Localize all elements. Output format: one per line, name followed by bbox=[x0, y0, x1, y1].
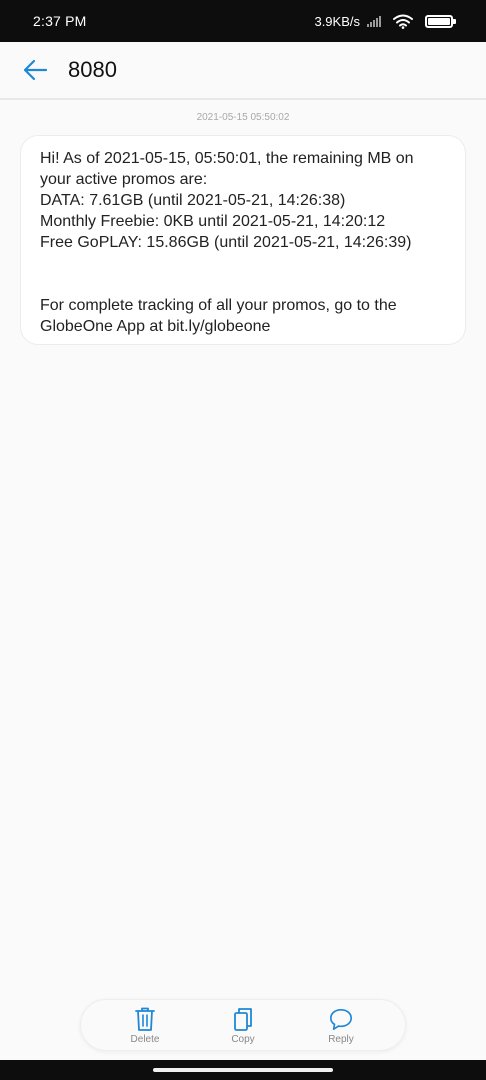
copy-icon bbox=[234, 1007, 252, 1031]
status-bar: 2:37 PM 3.9KB/s bbox=[0, 0, 486, 42]
message-line[interactable]: GlobeOne App at bit.ly/globeone bbox=[40, 316, 447, 337]
message-bubble[interactable]: Hi! As of 2021-05-15, 05:50:01, the rema… bbox=[20, 135, 466, 345]
message-action-bar: Delete Copy Reply bbox=[80, 999, 406, 1051]
message-line: For complete tracking of all your promos… bbox=[40, 297, 397, 314]
reply-label: Reply bbox=[328, 1033, 354, 1045]
message-line: your active promos are: bbox=[40, 171, 208, 188]
delete-label: Delete bbox=[130, 1033, 160, 1045]
status-time: 2:37 PM bbox=[33, 13, 87, 29]
chat-bubble-icon bbox=[330, 1008, 352, 1030]
copy-label: Copy bbox=[231, 1033, 255, 1045]
conversation-header: 8080 bbox=[0, 42, 486, 100]
message-line: Monthly Freebie: 0KB until 2021-05-21, 1… bbox=[40, 213, 386, 230]
message-line: Free GoPLAY: 15.86GB (until 2021-05-21, … bbox=[40, 234, 412, 251]
message-line: Hi! As of 2021-05-15, 05:50:01, the rema… bbox=[40, 150, 414, 167]
home-indicator[interactable] bbox=[153, 1068, 333, 1072]
signal-icon bbox=[367, 15, 381, 27]
wifi-icon bbox=[393, 14, 413, 29]
reply-button[interactable]: Reply bbox=[309, 1006, 373, 1045]
battery-icon bbox=[425, 14, 456, 28]
message-timestamp: 2021-05-15 05:50:02 bbox=[196, 112, 290, 123]
copy-button[interactable]: Copy bbox=[211, 1006, 275, 1045]
trash-icon bbox=[135, 1007, 155, 1031]
arrow-left-icon bbox=[23, 59, 48, 81]
conversation-title: 8080 bbox=[68, 57, 117, 82]
network-speed: 3.9KB/s bbox=[314, 13, 360, 29]
back-button[interactable] bbox=[20, 55, 50, 85]
status-indicators: 3.9KB/s bbox=[314, 13, 456, 29]
delete-button[interactable]: Delete bbox=[113, 1006, 177, 1045]
system-navigation-bar bbox=[0, 1060, 486, 1080]
message-line: DATA: 7.61GB (until 2021-05-21, 14:26:38… bbox=[40, 192, 346, 209]
